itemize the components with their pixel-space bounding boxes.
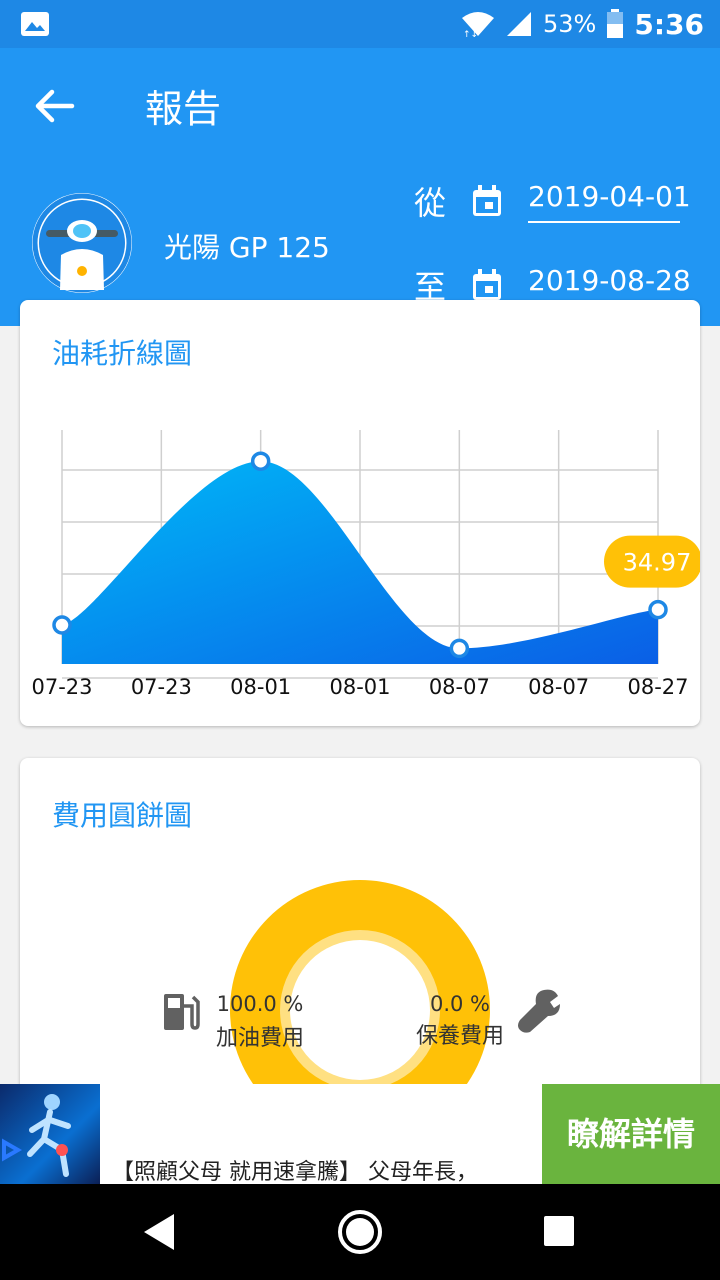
maintenance-cost-percent: 0.0 % — [429, 992, 491, 1016]
battery-percent: 53% — [543, 10, 597, 38]
fuel-cost-label: 加油費用 — [215, 1026, 304, 1051]
x-axis-tick-label: 08-07 — [528, 675, 589, 699]
x-axis-tick-label: 07-23 — [31, 675, 92, 699]
data-point[interactable] — [250, 451, 271, 471]
value-bubble: 34.97 — [604, 535, 700, 588]
back-arrow-icon[interactable] — [26, 82, 82, 130]
data-point[interactable] — [449, 638, 470, 659]
ad-text[interactable]: 【照顧父母 就用速拿騰】 父母年長， — [112, 1154, 478, 1186]
navigation-bar — [0, 1184, 720, 1280]
wrench-icon — [518, 989, 560, 1033]
vehicle-name: 光陽 GP 125 — [164, 231, 330, 264]
page-title: 報告 — [145, 87, 222, 131]
fuel-cost-percent: 100.0 % — [216, 992, 304, 1016]
calendar-icon[interactable] — [470, 268, 504, 302]
runner-illustration — [1, 1094, 71, 1177]
ad-image[interactable] — [0, 1084, 100, 1184]
value-bubble-label: 34.97 — [623, 549, 692, 577]
fuel-line-chart[interactable]: 07-23 07-23 08-01 08-01 08-07 08-07 08-27 34.9… — [20, 300, 700, 726]
calendar-icon[interactable] — [470, 184, 504, 218]
ad-learn-more-button[interactable]: 瞭解詳情 — [542, 1084, 720, 1184]
x-axis-tick-label: 08-01 — [329, 675, 390, 699]
data-point[interactable] — [52, 615, 72, 635]
x-axis-tick-label: 08-07 — [429, 675, 490, 699]
cost-donut-chart[interactable] — [20, 758, 700, 1138]
cost-chart-card: 費用圓餅圖 100.0 % 加油費用 0.0 % 保養費用 — [20, 758, 700, 1138]
signal-icon — [507, 12, 531, 36]
status-bar: ↑↓ 53% 5:36 — [0, 0, 720, 48]
wifi-icon: ↑↓ — [462, 12, 494, 38]
fuel-pump-icon — [164, 994, 200, 1030]
x-axis-tick-label: 08-01 — [230, 675, 291, 699]
from-date-field[interactable]: 2019-04-01 — [528, 180, 691, 223]
data-point[interactable] — [648, 599, 668, 620]
app-header: 報告 光陽 GP 125 從 2019-04-01 至 2019-08-28 — [0, 48, 720, 326]
fuel-chart-card: 油耗折線圖 07-23 07-23 08-01 08-01 08-07 08-07 08-2… — [20, 300, 700, 726]
vehicle-avatar[interactable] — [32, 193, 132, 293]
x-axis-tick-label: 07-23 — [131, 675, 192, 699]
ad-banner[interactable]: 【照顧父母 就用速拿騰】 父母年長， 瞭解詳情 — [0, 1084, 720, 1186]
recents-icon[interactable] — [536, 1208, 584, 1256]
back-icon[interactable] — [136, 1208, 184, 1256]
from-date-row: 從 2019-04-01 — [414, 178, 691, 224]
scooter-icon — [32, 193, 132, 293]
svg-text:↑↓: ↑↓ — [463, 30, 478, 38]
x-axis-tick-label: 08-27 — [627, 675, 688, 699]
battery-icon — [607, 9, 624, 38]
clock: 5:36 — [634, 7, 704, 41]
maintenance-cost-label: 保養費用 — [415, 1024, 504, 1049]
from-label: 從 — [414, 184, 447, 222]
home-icon[interactable] — [336, 1208, 384, 1256]
donut-hole — [290, 940, 430, 1080]
image-icon — [21, 12, 49, 36]
